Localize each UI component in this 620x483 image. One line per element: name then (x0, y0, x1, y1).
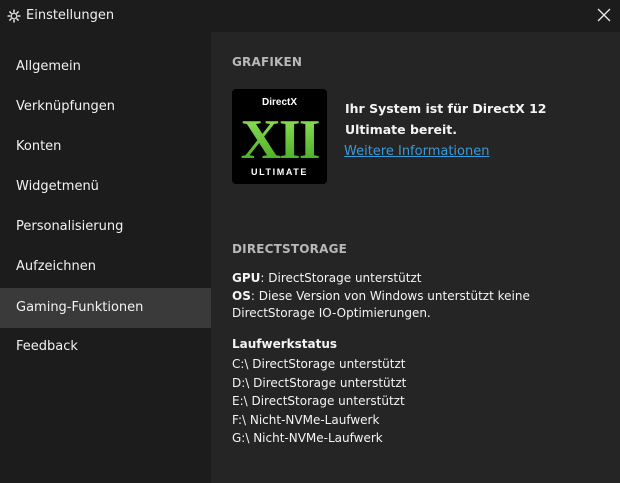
list-item: C:\ DirectStorage unterstützt (232, 357, 406, 371)
logo-mark-text: XII (240, 109, 318, 171)
sidebar-item-feedback[interactable]: Feedback (0, 327, 211, 367)
window-title: Einstellungen (26, 8, 115, 23)
gpu-label: GPU (232, 271, 261, 285)
directx-logo-graphic: DirectX XII ULTIMATE (240, 97, 320, 177)
more-info-link[interactable]: Weitere Informationen (344, 144, 489, 159)
directx-status-text: Ihr System ist für DirectX 12 Ultimate b… (345, 101, 547, 137)
list-item: E:\ DirectStorage unterstützt (232, 394, 405, 408)
sidebar: Allgemein Verknüpfungen Konten Widgetmen… (0, 32, 211, 483)
sidebar-item-verknuepfungen[interactable]: Verknüpfungen (0, 87, 211, 127)
list-item: F:\ Nicht-NVMe-Laufwerk (232, 412, 380, 427)
gpu-status: GPU: DirectStorage unterstützt (232, 270, 562, 287)
close-icon[interactable] (596, 7, 612, 23)
os-value: : Diese Version von Windows unterstützt … (232, 289, 530, 320)
title-bar: Einstellungen (0, 0, 620, 32)
gpu-value: : DirectStorage unterstützt (260, 271, 422, 285)
sidebar-item-aufzeichnen[interactable]: Aufzeichnen (0, 247, 211, 287)
sidebar-item-gaming-funktionen[interactable]: Gaming-Funktionen (0, 288, 211, 328)
sidebar-item-widgetmenue[interactable]: Widgetmenü (0, 167, 211, 207)
os-status: OS: Diese Version von Windows unterstütz… (232, 288, 552, 321)
os-label: OS (232, 289, 251, 303)
logo-bottom-text: ULTIMATE (251, 167, 308, 177)
drive-list: C:\ DirectStorage unterstützt D:\ Direct… (232, 355, 406, 448)
graphics-heading: GRAFIKEN (232, 55, 303, 69)
main-content: GRAFIKEN DirectX XII ULTIMATE Ihr System… (211, 32, 620, 483)
sidebar-item-personalisierung[interactable]: Personalisierung (0, 207, 211, 247)
sidebar-item-allgemein[interactable]: Allgemein (0, 47, 211, 87)
list-item: G:\ Nicht-NVMe-Laufwerk (232, 431, 383, 445)
gear-icon (7, 9, 21, 23)
logo-top-text: DirectX (262, 97, 297, 108)
list-item: D:\ DirectStorage unterstützt (232, 375, 407, 390)
directx-12-ultimate-logo: DirectX XII ULTIMATE (232, 89, 327, 184)
sidebar-item-konten[interactable]: Konten (0, 127, 211, 167)
drive-status-title: Laufwerkstatus (232, 337, 338, 351)
directstorage-heading: DIRECTSTORAGE (232, 242, 348, 256)
